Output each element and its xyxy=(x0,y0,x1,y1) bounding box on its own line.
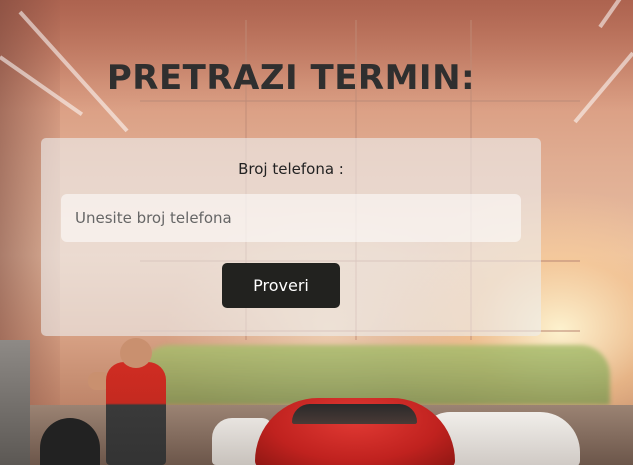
phone-input[interactable] xyxy=(61,194,521,242)
trees xyxy=(140,345,610,405)
car-windshield xyxy=(292,404,417,424)
search-form-card: Broj telefona : Proveri xyxy=(41,138,541,336)
shelf xyxy=(0,340,30,465)
phone-label: Broj telefona : xyxy=(238,160,344,178)
mechanic xyxy=(106,362,166,465)
mechanic-head xyxy=(120,338,152,368)
garage-door-panel xyxy=(140,100,580,102)
page-title: PRETRAZI TERMIN: xyxy=(106,58,476,98)
check-button[interactable]: Proveri xyxy=(222,263,340,308)
